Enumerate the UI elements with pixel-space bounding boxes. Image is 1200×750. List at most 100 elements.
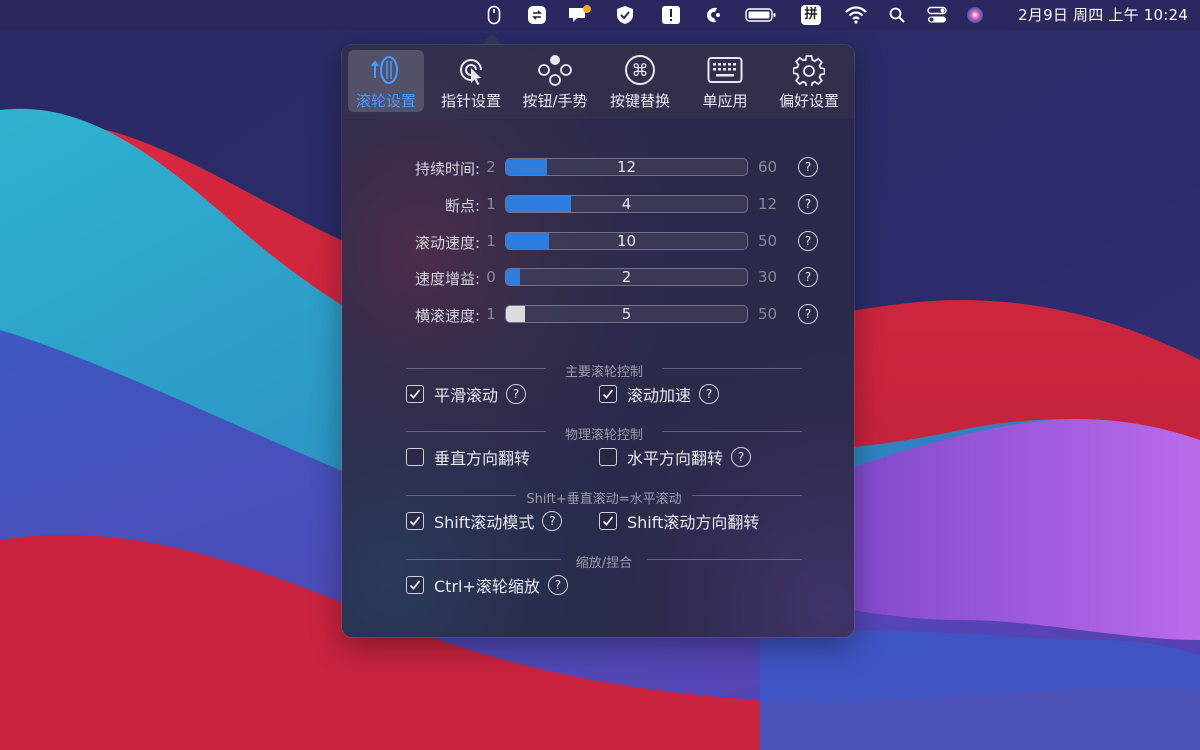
tab-label: 按键替换 (609, 92, 670, 110)
toolbar: 滚轮设置 指针设置 按钮/手势 ⌘ 按键替换 单应用 偏好设置 (342, 45, 854, 119)
slider-min: 1 (486, 305, 496, 323)
checkbox[interactable] (406, 576, 424, 594)
shield-check-icon[interactable] (614, 0, 636, 30)
message-icon[interactable] (565, 0, 591, 30)
slider-max: 50 (758, 305, 778, 323)
slider-value: 12 (616, 158, 637, 176)
control-center-icon[interactable] (925, 0, 949, 30)
section-header-physical-wheel: 物理滚轮控制 (406, 424, 802, 443)
settings-popover: 滚轮设置 指针设置 按钮/手势 ⌘ 按键替换 单应用 偏好设置 持续时间: 2 … (342, 45, 854, 637)
slider-min: 1 (486, 195, 496, 213)
vertical-invert-checkbox[interactable]: 垂直方向翻转 (406, 446, 530, 468)
slider-label: 速度增益: (414, 270, 480, 288)
duration-slider[interactable]: 12 (505, 158, 748, 176)
slider-row-horizontal-speed: 横滚速度: 1 5 50 ? (342, 303, 854, 327)
help-button[interactable]: ? (798, 267, 818, 287)
buttons-gesture-icon (537, 52, 573, 88)
slider-label: 滚动速度: (414, 234, 480, 252)
help-button[interactable]: ? (547, 575, 568, 595)
siri-icon[interactable] (964, 0, 986, 30)
smooth-scroll-checkbox[interactable]: 平滑滚动 ? (406, 383, 527, 405)
checkbox[interactable] (599, 448, 617, 466)
slider-max: 60 (758, 158, 778, 176)
checkbox[interactable] (406, 512, 424, 530)
section-title: 物理滚轮控制 (564, 428, 643, 443)
help-button[interactable]: ? (798, 231, 818, 251)
popover-background (342, 45, 854, 637)
scroll-acceleration-checkbox[interactable]: 滚动加速 ? (599, 383, 720, 405)
help-button[interactable]: ? (731, 447, 752, 467)
slider-row-duration: 持续时间: 2 12 60 ? (342, 156, 854, 180)
slider-max: 50 (758, 232, 778, 250)
app-icon[interactable] (702, 0, 724, 30)
tab-buttons-gesture[interactable]: 按钮/手势 (517, 50, 593, 112)
horizontal-invert-checkbox[interactable]: 水平方向翻转 ? (599, 446, 752, 468)
battery-icon[interactable] (744, 0, 778, 30)
command-key-icon: ⌘ (624, 52, 656, 88)
slider-value: 10 (616, 232, 637, 250)
slider-label: 横滚速度: (414, 307, 480, 325)
section-title: Shift+垂直滚动=水平滚动 (526, 492, 682, 507)
section-header-zoom: 缩放/捏合 (406, 552, 802, 571)
section-title: 缩放/捏合 (575, 556, 633, 571)
slider-label: 持续时间: (414, 160, 480, 178)
input-method-icon[interactable]: 拼 (800, 0, 822, 30)
gear-icon (793, 52, 825, 88)
mouse-icon[interactable] (484, 0, 504, 30)
checkbox[interactable] (599, 385, 617, 403)
checkbox[interactable] (599, 512, 617, 530)
scroll-wheel-icon (370, 52, 402, 88)
slider-value: 4 (621, 195, 632, 213)
tab-label: 滚轮设置 (355, 92, 416, 110)
shift-scroll-invert-checkbox[interactable]: Shift滚动方向翻转 (599, 510, 759, 532)
section-header-main-wheel: 主要滚轮控制 (406, 361, 802, 380)
tab-scroll-settings[interactable]: 滚轮设置 (348, 50, 424, 112)
tab-pointer-settings[interactable]: 指针设置 (433, 50, 509, 112)
slider-row-scroll-speed: 滚动速度: 1 10 50 ? (342, 230, 854, 254)
sync-icon[interactable] (526, 0, 548, 30)
help-button[interactable]: ? (699, 384, 720, 404)
checkbox-label: Shift滚动模式 (434, 513, 535, 532)
checkbox-label: 滚动加速 (627, 386, 692, 405)
scroll-speed-slider[interactable]: 10 (505, 232, 748, 250)
slider-max: 30 (758, 268, 778, 286)
tab-single-app[interactable]: 单应用 (687, 50, 763, 112)
menu-bar-clock[interactable]: 2月9日 周四 上午 10:24 (1018, 0, 1188, 30)
keyboard-icon (707, 52, 743, 88)
wifi-icon[interactable] (844, 0, 868, 30)
tab-label: 按钮/手势 (522, 92, 588, 110)
slider-row-breakpoint: 断点: 1 4 12 ? (342, 193, 854, 217)
tab-key-remap[interactable]: ⌘ 按键替换 (602, 50, 678, 112)
section-title: 主要滚轮控制 (564, 365, 643, 380)
svg-text:⌘: ⌘ (632, 61, 649, 81)
checkbox-label: Ctrl+滚轮缩放 (434, 577, 540, 596)
tab-label: 单应用 (702, 92, 748, 110)
search-icon[interactable] (887, 0, 907, 30)
ctrl-zoom-checkbox[interactable]: Ctrl+滚轮缩放 ? (406, 574, 568, 596)
help-button[interactable]: ? (798, 304, 818, 324)
slider-label: 断点: (444, 197, 480, 215)
horizontal-speed-slider[interactable]: 5 (505, 305, 748, 323)
help-button[interactable]: ? (798, 194, 818, 214)
slider-min: 1 (486, 232, 496, 250)
pointer-icon (455, 52, 487, 88)
popover-caret (481, 34, 503, 45)
help-button[interactable]: ? (542, 511, 563, 531)
shift-scroll-mode-checkbox[interactable]: Shift滚动模式 ? (406, 510, 563, 532)
slider-value: 2 (621, 268, 632, 286)
tab-label: 偏好设置 (778, 92, 839, 110)
help-button[interactable]: ? (506, 384, 527, 404)
slider-max: 12 (758, 195, 778, 213)
checkbox[interactable] (406, 448, 424, 466)
slider-min: 2 (486, 158, 496, 176)
tab-preferences[interactable]: 偏好设置 (771, 50, 847, 112)
help-button[interactable]: ? (798, 157, 818, 177)
tab-label: 指针设置 (440, 92, 501, 110)
checkbox-label: 水平方向翻转 (627, 449, 724, 468)
checkbox[interactable] (406, 385, 424, 403)
speed-gain-slider[interactable]: 2 (505, 268, 748, 286)
checkbox-label: 垂直方向翻转 (434, 449, 531, 468)
alert-icon[interactable] (660, 0, 682, 30)
slider-min: 0 (486, 268, 496, 286)
breakpoint-slider[interactable]: 4 (505, 195, 748, 213)
